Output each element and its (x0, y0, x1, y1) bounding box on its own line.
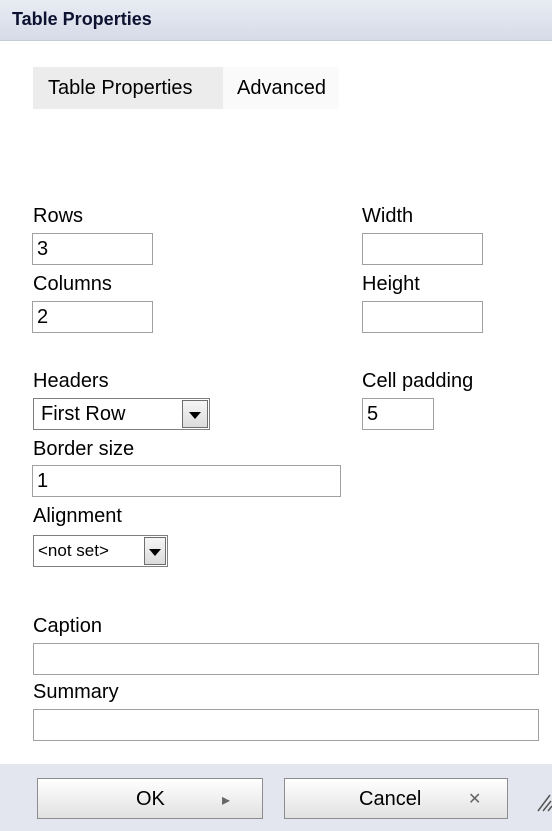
dialog-titlebar[interactable]: Table Properties (0, 0, 552, 41)
headers-label: Headers (33, 370, 109, 392)
border-size-input[interactable] (32, 465, 341, 497)
table-properties-dialog: Table Properties Table Properties Advanc… (0, 0, 552, 831)
columns-label: Columns (33, 273, 112, 295)
cell-padding-label: Cell padding (362, 370, 474, 392)
ok-button[interactable]: OK ▸ (37, 778, 263, 819)
tab-bar: Table Properties Advanced (33, 67, 339, 109)
cancel-button-label: Cancel (359, 788, 422, 810)
summary-input[interactable] (33, 709, 539, 741)
cell-padding-input[interactable] (362, 398, 434, 430)
columns-input[interactable] (32, 301, 153, 333)
dialog-title: Table Properties (12, 9, 152, 29)
height-label: Height (362, 273, 420, 295)
headers-selected-value: First Row (41, 403, 126, 425)
height-input[interactable] (362, 301, 483, 333)
width-input[interactable] (362, 233, 483, 265)
chevron-down-icon[interactable] (144, 537, 166, 565)
alignment-selected-value: <not set> (38, 541, 109, 560)
caption-input[interactable] (33, 643, 539, 675)
rows-label: Rows (33, 205, 84, 227)
alignment-label: Alignment (33, 505, 122, 527)
cancel-button[interactable]: Cancel ✕ (284, 778, 508, 819)
x-icon: ✕ (468, 791, 482, 808)
chevron-down-icon[interactable] (182, 400, 208, 428)
tab-advanced[interactable]: Advanced (223, 67, 339, 109)
rows-input[interactable] (32, 233, 153, 265)
summary-label: Summary (33, 681, 119, 703)
headers-select[interactable]: First Row (33, 398, 210, 430)
alignment-select[interactable]: <not set> (33, 535, 168, 567)
triangle-right-icon: ▸ (222, 792, 231, 809)
tab-table-properties[interactable]: Table Properties (33, 67, 223, 109)
ok-button-label: OK (136, 788, 165, 810)
width-label: Width (362, 205, 414, 227)
resize-grip-icon[interactable] (534, 787, 552, 813)
border-size-label: Border size (33, 438, 135, 460)
caption-label: Caption (33, 615, 102, 637)
